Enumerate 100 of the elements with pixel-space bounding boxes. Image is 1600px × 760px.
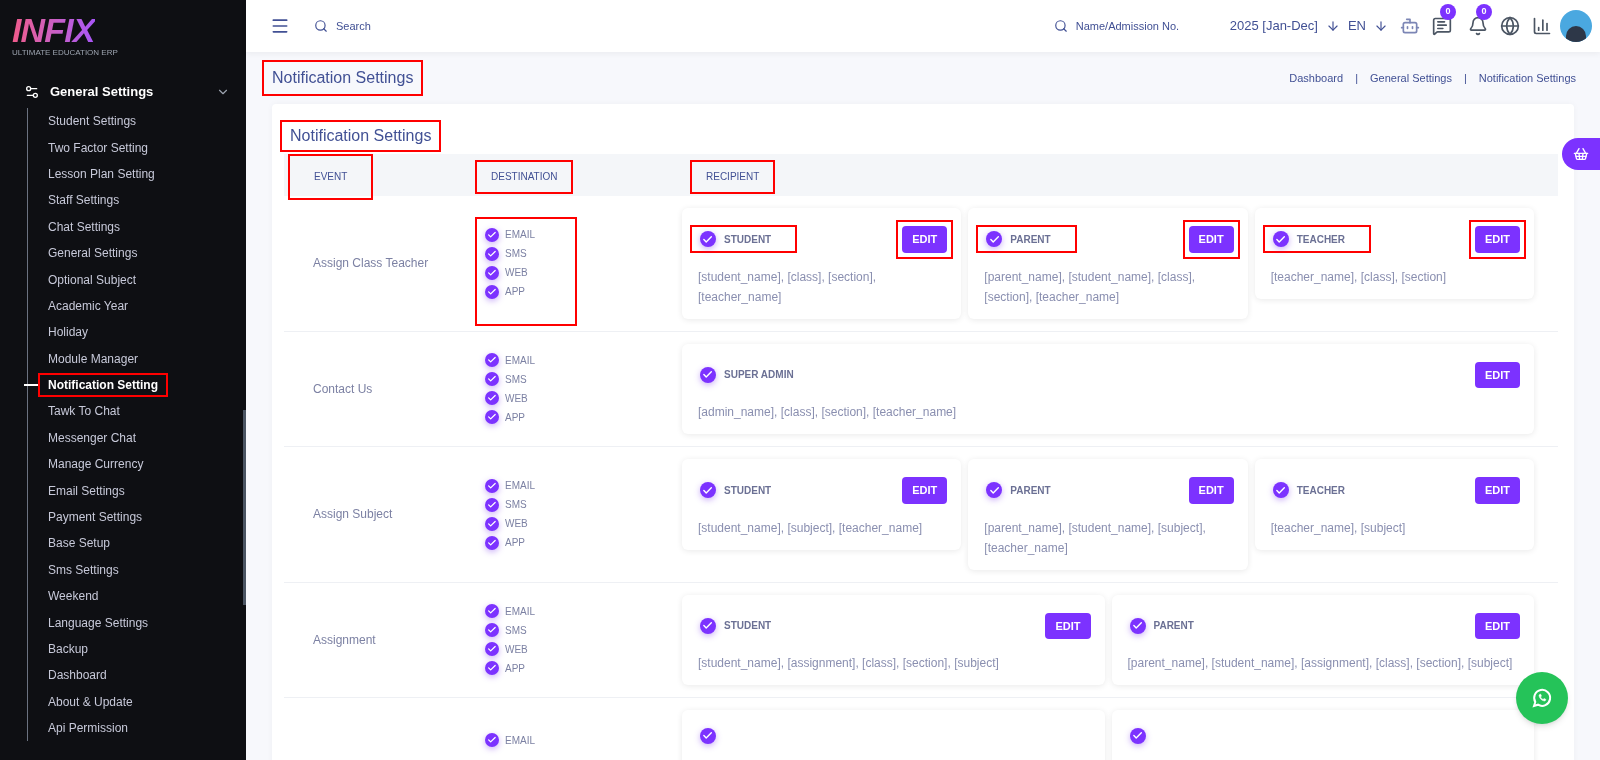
breadcrumb-link[interactable]: Notification Settings: [1478, 69, 1576, 87]
sidebar-item[interactable]: Two Factor Setting: [48, 139, 149, 156]
check-icon[interactable]: [485, 391, 499, 406]
sidebar-item[interactable]: General Settings: [48, 245, 138, 262]
check-icon[interactable]: [485, 516, 499, 531]
sidebar-item[interactable]: Payment Settings: [48, 509, 143, 526]
edit-button[interactable]: EDIT: [1474, 477, 1520, 504]
check-icon[interactable]: [986, 231, 1003, 248]
sidebar-item[interactable]: Manage Currency: [48, 456, 144, 473]
chart-icon[interactable]: [1532, 16, 1552, 36]
robot-icon[interactable]: [1400, 16, 1420, 36]
sidebar-item[interactable]: Holiday: [48, 324, 89, 341]
event-name: Contact Us: [313, 380, 373, 398]
event-name: Assignment: [313, 631, 376, 649]
check-icon[interactable]: [1129, 617, 1146, 634]
check-icon[interactable]: [700, 728, 716, 744]
avatar[interactable]: [1560, 10, 1592, 42]
cart-button[interactable]: [1562, 138, 1600, 170]
check-icon[interactable]: [700, 482, 716, 499]
sidebar-item[interactable]: Chat Settings: [48, 218, 121, 235]
sidebar-item[interactable]: Lesson Plan Setting: [48, 165, 155, 182]
sidebar-item[interactable]: About & Update: [48, 693, 133, 710]
check-icon[interactable]: [485, 733, 499, 747]
search-field[interactable]: Search: [336, 17, 456, 35]
destination-label: SMS: [505, 372, 527, 387]
template-variables: [teacher_name], [class], [section]: [1270, 268, 1448, 286]
sidebar-item[interactable]: Weekend: [48, 588, 99, 605]
edit-button[interactable]: EDIT: [1045, 612, 1091, 639]
sidebar-item[interactable]: Student Settings: [48, 113, 137, 130]
check-icon[interactable]: [485, 642, 499, 657]
menu-icon[interactable]: [270, 16, 290, 36]
whatsapp-icon: [1530, 686, 1554, 710]
check-icon[interactable]: [485, 227, 499, 242]
sidebar-item[interactable]: Email Settings: [48, 482, 125, 499]
sidebar-item[interactable]: Base Setup: [48, 535, 111, 552]
language-dropdown[interactable]: EN: [1347, 16, 1388, 36]
check-icon[interactable]: [485, 246, 499, 261]
sidebar-item[interactable]: Tawk To Chat: [48, 403, 120, 420]
recipient-label: STUDENT: [724, 619, 772, 634]
template-variables: [student_name], [assignment], [class], [section], [subject]: [698, 655, 1000, 672]
recipient-label: PARENT: [1010, 232, 1051, 247]
card-title: Notification Settings: [290, 126, 432, 146]
sidebar-item[interactable]: Staff Settings: [48, 192, 120, 209]
sidebar-item[interactable]: Api Permission: [48, 720, 129, 737]
breadcrumb-link[interactable]: General Settings: [1370, 69, 1452, 87]
check-icon[interactable]: [485, 535, 499, 550]
column-header: EVENT: [314, 170, 348, 184]
edit-button[interactable]: EDIT: [1188, 477, 1234, 504]
sidebar-item[interactable]: Backup: [48, 641, 89, 657]
sidebar-item[interactable]: Notification Setting: [48, 377, 158, 394]
year-dropdown[interactable]: 2025 [Jan-Dec]: [1229, 16, 1340, 36]
check-icon[interactable]: [986, 482, 1003, 499]
sidebar-item[interactable]: Language Settings: [48, 614, 149, 631]
menu-group-label[interactable]: General Settings: [50, 82, 154, 102]
destination-label: SMS: [505, 247, 527, 262]
check-icon[interactable]: [485, 372, 499, 387]
destination-label: SMS: [505, 498, 527, 513]
chat-icon[interactable]: [1432, 16, 1452, 36]
check-icon[interactable]: [485, 265, 499, 280]
sidebar-item[interactable]: Optional Subject: [48, 271, 137, 288]
edit-button[interactable]: EDIT: [1474, 612, 1520, 639]
scrollbar[interactable]: [243, 410, 246, 605]
check-icon[interactable]: [700, 366, 716, 383]
destination-label: EMAIL: [505, 479, 535, 494]
breadcrumb-link[interactable]: Dashboard: [1289, 69, 1344, 87]
check-icon[interactable]: [485, 497, 499, 512]
check-icon[interactable]: [485, 353, 499, 368]
breadcrumb-separator: |: [1355, 70, 1358, 86]
check-icon[interactable]: [485, 604, 499, 619]
sidebar-item[interactable]: Sms Settings: [48, 561, 119, 578]
destination-label: EMAIL: [505, 604, 535, 619]
check-icon[interactable]: [1272, 482, 1289, 499]
column-header: DESTINATION: [491, 170, 558, 184]
check-icon[interactable]: [485, 661, 499, 676]
check-icon[interactable]: [700, 231, 716, 248]
sidebar-item[interactable]: Module Manager: [48, 350, 139, 367]
edit-button[interactable]: EDIT: [1474, 361, 1520, 388]
check-icon[interactable]: [1129, 728, 1146, 744]
destination-label: APP: [505, 410, 525, 425]
student-search-field[interactable]: Name/Admission No.: [1075, 17, 1206, 35]
template-variables: [teacher_name], [subject]: [1270, 519, 1407, 537]
sidebar-item[interactable]: Academic Year: [48, 297, 129, 314]
sidebar-item[interactable]: Messenger Chat: [48, 429, 137, 446]
edit-button[interactable]: EDIT: [902, 477, 948, 504]
check-icon[interactable]: [485, 284, 499, 299]
edit-button[interactable]: EDIT: [902, 226, 948, 253]
check-icon[interactable]: [700, 617, 716, 634]
recipient-label: STUDENT: [724, 232, 772, 247]
globe-icon[interactable]: [1500, 16, 1520, 36]
check-icon[interactable]: [485, 623, 499, 638]
edit-button[interactable]: EDIT: [1474, 226, 1520, 253]
check-icon[interactable]: [485, 410, 499, 425]
recipient-label: TEACHER: [1296, 232, 1345, 247]
sidebar-item[interactable]: Dashboard: [48, 667, 107, 684]
edit-button[interactable]: EDIT: [1188, 226, 1234, 253]
bell-icon[interactable]: [1468, 16, 1488, 36]
notification-count-badge: 0: [1476, 4, 1492, 20]
check-icon[interactable]: [485, 478, 499, 493]
chat-count-badge: 0: [1440, 4, 1456, 20]
check-icon[interactable]: [1272, 231, 1289, 248]
